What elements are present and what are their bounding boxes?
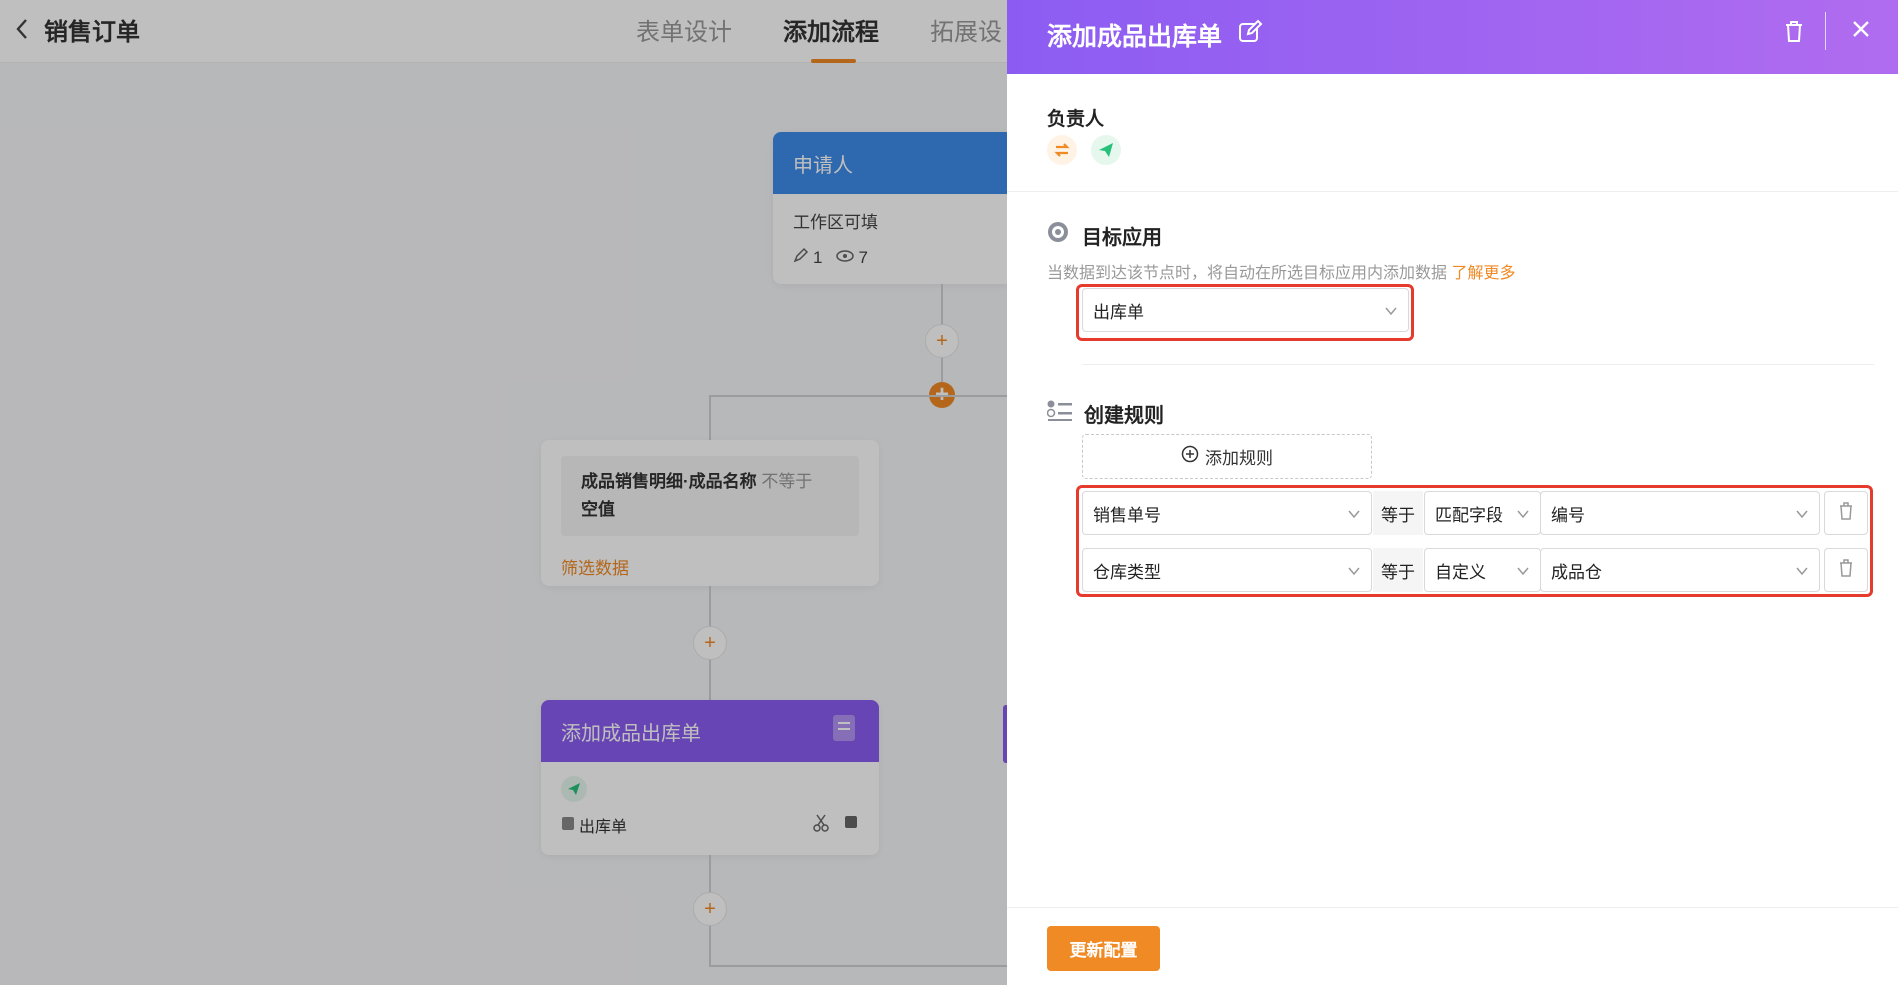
chevron-down-icon xyxy=(1795,506,1809,526)
chevron-down-icon xyxy=(1384,303,1398,323)
rule-mode-select[interactable]: 自定义 xyxy=(1424,548,1541,592)
add-rule-label: 添加规则 xyxy=(1205,449,1273,468)
learn-more-link[interactable]: 了解更多 xyxy=(1451,265,1515,282)
section-divider xyxy=(1007,191,1898,192)
section-divider xyxy=(1082,364,1874,365)
rule-mode-select[interactable]: 匹配字段 xyxy=(1424,491,1541,535)
node-config-drawer: 添加成品出库单 负责人 目标应用 当数据到达该节点时，将自动在所选目标应用内添加… xyxy=(1007,0,1898,985)
footer-divider xyxy=(1007,907,1898,908)
drawer-title: 添加成品出库单 xyxy=(1047,23,1223,51)
rule-value-text: 编号 xyxy=(1551,505,1585,525)
rule-operator: 等于 xyxy=(1373,491,1423,535)
target-icon xyxy=(1047,221,1069,248)
rule-field-value: 仓库类型 xyxy=(1093,562,1161,582)
target-app-value: 出库单 xyxy=(1093,302,1144,322)
add-rule-button[interactable]: 添加规则 xyxy=(1082,434,1372,479)
trash-icon xyxy=(1838,501,1854,526)
chevron-down-icon xyxy=(1516,506,1530,526)
update-config-button[interactable]: 更新配置 xyxy=(1047,926,1160,971)
delete-rule-button[interactable] xyxy=(1824,548,1868,592)
plus-circle-icon xyxy=(1181,445,1199,468)
trash-icon xyxy=(1838,558,1854,583)
drawer-header: 添加成品出库单 xyxy=(1007,0,1898,74)
target-app-hint: 当数据到达该节点时，将自动在所选目标应用内添加数据 了解更多 xyxy=(1047,259,1515,283)
swap-icon[interactable] xyxy=(1047,135,1077,170)
rule-value-select[interactable]: 成品仓 xyxy=(1540,548,1820,592)
rule-field-value: 销售单号 xyxy=(1093,505,1161,525)
hint-text: 当数据到达该节点时，将自动在所选目标应用内添加数据 xyxy=(1047,265,1448,282)
rules-icon xyxy=(1046,400,1073,427)
edit-icon[interactable] xyxy=(1237,19,1263,50)
rule-value-text: 成品仓 xyxy=(1551,562,1602,582)
chevron-down-icon xyxy=(1516,563,1530,583)
header-divider xyxy=(1825,12,1826,50)
chevron-down-icon xyxy=(1347,563,1361,583)
close-icon[interactable] xyxy=(1849,17,1873,46)
rule-mode-value: 匹配字段 xyxy=(1435,505,1503,525)
modal-overlay[interactable] xyxy=(0,0,1007,985)
owner-label: 负责人 xyxy=(1047,109,1105,130)
target-app-select[interactable]: 出库单 xyxy=(1082,288,1409,332)
delete-rule-button[interactable] xyxy=(1824,491,1868,535)
chevron-down-icon xyxy=(1347,506,1361,526)
trash-icon[interactable] xyxy=(1783,18,1805,49)
send-icon[interactable] xyxy=(1091,135,1121,170)
rule-field-select[interactable]: 销售单号 xyxy=(1082,491,1372,535)
create-rules-title: 创建规则 xyxy=(1084,405,1164,427)
rule-operator: 等于 xyxy=(1373,548,1423,592)
rule-value-select[interactable]: 编号 xyxy=(1540,491,1820,535)
chevron-down-icon xyxy=(1795,563,1809,583)
rule-field-select[interactable]: 仓库类型 xyxy=(1082,548,1372,592)
target-app-title: 目标应用 xyxy=(1082,227,1162,249)
rule-mode-value: 自定义 xyxy=(1435,562,1486,582)
